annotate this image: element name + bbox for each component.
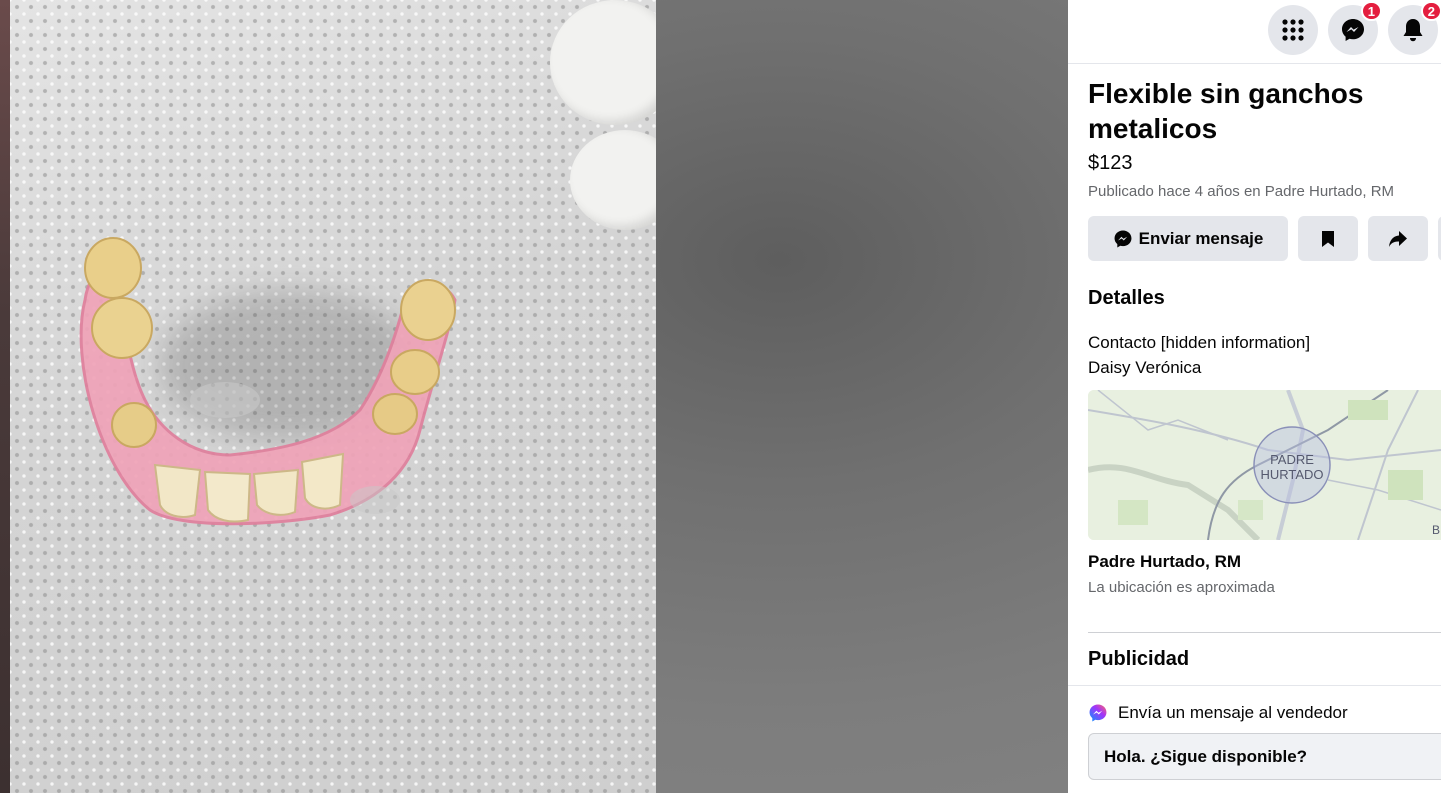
listing-panel: 1 2 Flexible sin ganchos metalicos $123 … bbox=[1068, 0, 1441, 793]
denture-illustration bbox=[79, 237, 457, 526]
media-viewer bbox=[0, 0, 1068, 793]
map-illustration: PADRE HURTADO B bbox=[1088, 390, 1441, 540]
listing-title: Flexible sin ganchos metalicos bbox=[1088, 78, 1364, 144]
messenger-icon bbox=[1114, 230, 1132, 247]
section-divider bbox=[1068, 685, 1441, 686]
notifications-badge: 2 bbox=[1420, 1, 1441, 21]
send-message-label: Enviar mensaje bbox=[1138, 228, 1264, 248]
seller-name[interactable]: Daisy Verónica bbox=[1088, 358, 1201, 378]
svg-text:PADRE: PADRE bbox=[1270, 452, 1314, 467]
send-message-button[interactable]: Enviar mensaje bbox=[1088, 216, 1288, 261]
ads-heading: Publicidad bbox=[1088, 648, 1190, 670]
share-button[interactable] bbox=[1368, 216, 1428, 261]
location-map[interactable]: PADRE HURTADO B bbox=[1088, 390, 1441, 540]
messenger-gradient-icon bbox=[1089, 704, 1107, 722]
menu-button[interactable] bbox=[1268, 5, 1318, 55]
bell-icon bbox=[1403, 19, 1423, 42]
messenger-button[interactable]: 1 bbox=[1328, 1, 1382, 55]
listing-photo[interactable] bbox=[10, 0, 656, 793]
listing-price: $123 bbox=[1088, 152, 1133, 174]
location-note: La ubicación es aproximada bbox=[1088, 579, 1275, 596]
action-bar: Enviar mensaje bbox=[1088, 216, 1441, 261]
seller-message-input[interactable] bbox=[1088, 733, 1441, 780]
details-heading: Detalles bbox=[1088, 287, 1165, 309]
location-name: Padre Hurtado, RM bbox=[1088, 552, 1242, 571]
svg-text:B: B bbox=[1432, 523, 1440, 537]
svg-text:HURTADO: HURTADO bbox=[1260, 467, 1323, 482]
seller-message-prompt: Envía un mensaje al vendedor bbox=[1118, 703, 1348, 722]
notifications-button[interactable]: 2 bbox=[1388, 1, 1441, 55]
listing-header: Flexible sin ganchos metalicos $123 Publ… bbox=[1088, 64, 1441, 200]
bookmark-icon bbox=[1322, 230, 1334, 247]
viewer-edge bbox=[0, 0, 10, 793]
grid-menu-icon bbox=[1282, 19, 1304, 41]
messenger-badge: 1 bbox=[1360, 1, 1382, 21]
listing-posted: Publicado hace 4 años en Padre Hurtado, … bbox=[1088, 183, 1395, 200]
save-button[interactable] bbox=[1298, 216, 1358, 261]
top-bar: 1 2 bbox=[1068, 0, 1441, 64]
seller-message-prompt-row: Envía un mensaje al vendedor bbox=[1088, 703, 1348, 723]
section-divider bbox=[1088, 632, 1441, 633]
messenger-icon bbox=[1342, 19, 1364, 41]
contact-text: Contacto [hidden information] bbox=[1088, 333, 1311, 352]
share-arrow-icon bbox=[1389, 230, 1407, 247]
